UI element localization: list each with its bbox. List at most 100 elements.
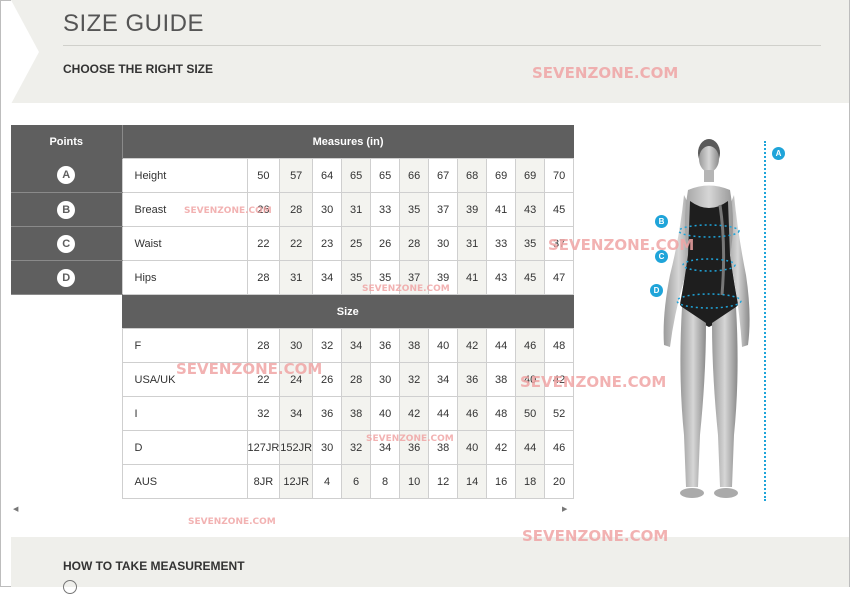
measures-header: Measures (in) (121, 125, 574, 159)
point-badge: A (57, 166, 76, 185)
value-cell: 38 (399, 328, 430, 363)
circle-icon (63, 580, 77, 594)
value-cell: 10 (399, 464, 430, 499)
value-cell: 70 (544, 158, 575, 193)
points-header: Points (11, 125, 122, 159)
value-cell: 33 (370, 192, 401, 227)
marker-b: B (655, 215, 668, 228)
row-label: Waist (121, 226, 248, 261)
value-cell: 127JR (246, 430, 281, 465)
point-badge: B (57, 200, 76, 219)
value-cell: 34 (279, 396, 314, 431)
watermark: SEVENZONE.COM (188, 517, 276, 527)
value-cell: 42 (486, 430, 517, 465)
value-cell: 30 (370, 362, 401, 397)
value-cell: 36 (370, 328, 401, 363)
value-cell: 42 (399, 396, 430, 431)
value-cell: 12 (428, 464, 459, 499)
value-cell: 48 (486, 396, 517, 431)
size-table: Points Measures (in) A Height 50 57 64 65 65 66… (11, 125, 575, 499)
value-cell: 45 (544, 192, 575, 227)
value-cell: 152JR (279, 430, 314, 465)
row-spacer (11, 464, 122, 499)
watermark: SEVENZONE.COM (176, 360, 323, 378)
value-cell: 36 (457, 362, 488, 397)
point-cell: B (11, 192, 122, 227)
value-cell: 32 (246, 396, 281, 431)
value-cell: 36 (312, 396, 343, 431)
point-cell: D (11, 260, 122, 295)
page-title: SIZE GUIDE (63, 10, 205, 37)
measures-body: A Height 50 57 64 65 65 66 67 68 69 69 70 B Breast 26 28… (11, 158, 575, 295)
table-row: AUS 8JR 12JR 4 6 8 10 12 14 16 18 20 (11, 464, 575, 499)
value-cell: 42 (457, 328, 488, 363)
row-label: D (121, 430, 248, 465)
triangle-right-icon[interactable]: ▶ (562, 505, 567, 513)
value-cell: 22 (246, 226, 281, 261)
value-cell: 33 (486, 226, 517, 261)
value-cell: 46 (544, 430, 575, 465)
value-cell: 47 (544, 260, 575, 295)
value-cell: 34 (341, 328, 372, 363)
value-cell: 44 (486, 328, 517, 363)
value-cell: 22 (279, 226, 314, 261)
value-cell: 37 (428, 192, 459, 227)
value-cell: 6 (341, 464, 372, 499)
value-cell: 28 (399, 226, 430, 261)
row-label: AUS (121, 464, 248, 499)
row-spacer (11, 396, 122, 431)
value-cell: 30 (279, 328, 314, 363)
header-chevron (11, 0, 39, 104)
watermark: SEVENZONE.COM (532, 64, 679, 82)
point-badge: D (57, 268, 76, 287)
value-cell: 18 (515, 464, 546, 499)
value-cell: 32 (399, 362, 430, 397)
triangle-left-icon[interactable]: ◀ (13, 505, 18, 513)
value-cell: 35 (515, 226, 546, 261)
sizes-body: Size F 28 30 32 34 36 38 40 42 44 46 48 USA/UK 22 24 26… (11, 294, 575, 499)
height-guide-line (764, 141, 766, 501)
value-cell: 39 (457, 192, 488, 227)
measurement-figure: A B C D (640, 135, 800, 505)
value-cell: 25 (341, 226, 372, 261)
value-cell: 38 (341, 396, 372, 431)
value-cell: 65 (341, 158, 372, 193)
table-row: I 32 34 36 38 40 42 44 46 48 50 52 (11, 396, 575, 431)
value-cell: 69 (486, 158, 517, 193)
size-header-spacer (11, 294, 122, 329)
value-cell: 57 (279, 158, 314, 193)
value-cell: 4 (312, 464, 343, 499)
value-cell: 41 (486, 192, 517, 227)
value-cell: 14 (457, 464, 488, 499)
value-cell: 30 (312, 430, 343, 465)
value-cell: 30 (428, 226, 459, 261)
value-cell: 12JR (279, 464, 314, 499)
value-cell: 45 (515, 260, 546, 295)
watermark: SEVENZONE.COM (362, 284, 450, 294)
value-cell: 30 (312, 192, 343, 227)
value-cell: 8JR (246, 464, 281, 499)
value-cell: 28 (246, 260, 281, 295)
value-cell: 68 (457, 158, 488, 193)
value-cell: 38 (486, 362, 517, 397)
watermark: SEVENZONE.COM (522, 527, 669, 545)
value-cell: 28 (341, 362, 372, 397)
value-cell: 28 (246, 328, 281, 363)
value-cell: 16 (486, 464, 517, 499)
value-cell: 41 (457, 260, 488, 295)
table-row: B Breast 26 28 30 31 33 35 37 39 41 43 45 (11, 192, 575, 227)
value-cell: 40 (370, 396, 401, 431)
value-cell: 69 (515, 158, 546, 193)
value-cell: 35 (399, 192, 430, 227)
value-cell: 32 (312, 328, 343, 363)
row-spacer (11, 328, 122, 363)
row-label: Height (121, 158, 248, 193)
value-cell: 43 (486, 260, 517, 295)
value-cell: 66 (399, 158, 430, 193)
value-cell: 28 (279, 192, 314, 227)
value-cell: 23 (312, 226, 343, 261)
how-to-measure-title: HOW TO TAKE MEASUREMENT (63, 559, 245, 573)
value-cell: 50 (515, 396, 546, 431)
value-cell: 40 (428, 328, 459, 363)
horizontal-scrollbar[interactable]: ◀ ▶ (11, 505, 570, 514)
